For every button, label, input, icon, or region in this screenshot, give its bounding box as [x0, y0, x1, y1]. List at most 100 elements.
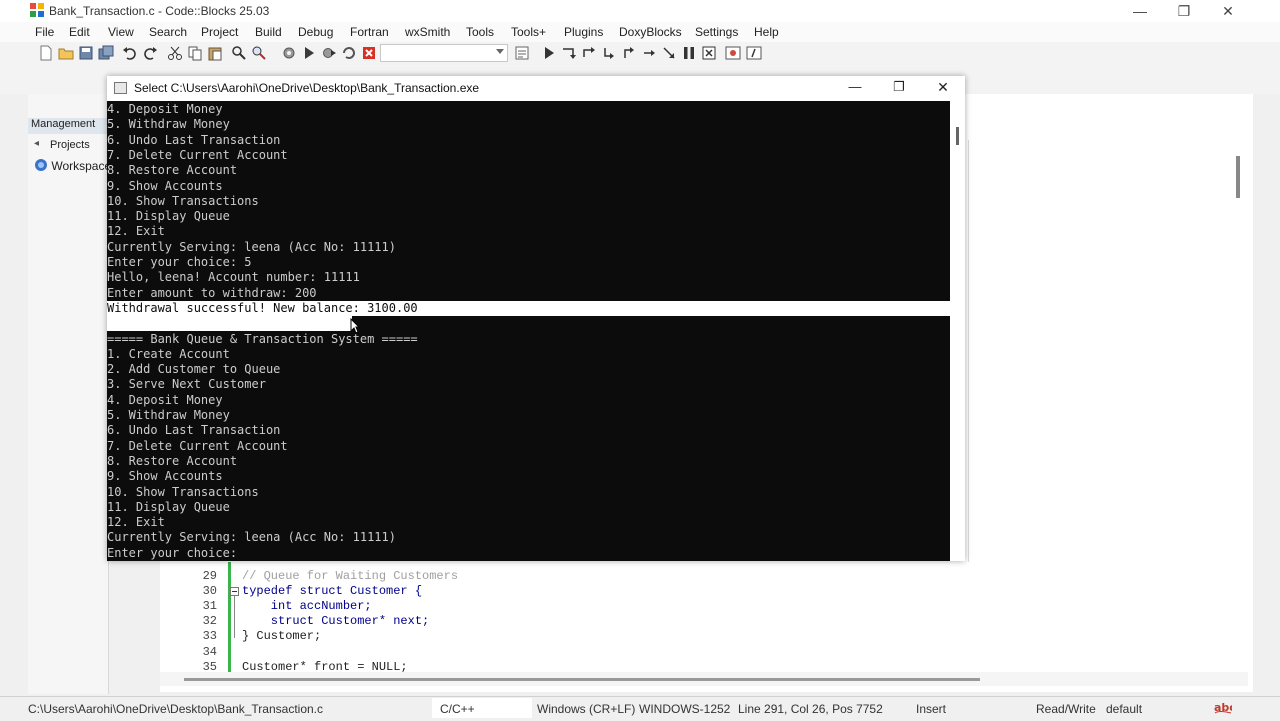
step-into-icon[interactable]	[601, 45, 617, 61]
debug-run-icon[interactable]	[541, 45, 557, 61]
save-all-icon[interactable]	[98, 45, 114, 61]
minimize-button[interactable]: —	[1118, 0, 1162, 22]
menu-fortran[interactable]: Fortran	[350, 25, 389, 39]
console-line: Enter your choice:	[107, 545, 238, 560]
step-instruction-icon[interactable]	[661, 45, 677, 61]
menu-search[interactable]: Search	[149, 25, 187, 39]
console-line: Withdrawal successful! New balance: 3100…	[107, 300, 418, 316]
stop-debugger-icon[interactable]	[701, 45, 717, 61]
line-number: 34	[202, 645, 217, 659]
build-target-dropdown[interactable]	[380, 44, 508, 62]
console-line: 8. Restore Account	[107, 453, 238, 468]
status-line-endings: Windows (CR+LF)	[537, 702, 636, 716]
status-encoding: WINDOWS-1252	[639, 702, 731, 716]
build-gear-icon[interactable]	[281, 45, 297, 61]
open-file-icon[interactable]	[58, 45, 74, 61]
console-line: Currently Serving: leena (Acc No: 11111)	[107, 530, 396, 545]
redo-icon[interactable]	[142, 45, 158, 61]
new-file-icon[interactable]	[38, 45, 54, 61]
console-line: Enter amount to withdraw: 200	[107, 285, 317, 300]
status-profile: default	[1106, 702, 1143, 716]
menu-doxyblocks[interactable]: DoxyBlocks	[619, 25, 682, 39]
mouse-cursor-icon	[350, 318, 360, 334]
menu-build[interactable]: Build	[255, 25, 282, 39]
projects-tab-row: ◂ Projects	[28, 138, 108, 154]
menu-tools-plus[interactable]: Tools+	[511, 25, 546, 39]
run-icon[interactable]	[301, 45, 317, 61]
console-scrollbar-thumb[interactable]	[956, 127, 959, 145]
codeblocks-logo-icon	[30, 3, 44, 17]
save-icon[interactable]	[78, 45, 94, 61]
editor-vertical-scrollbar[interactable]	[1236, 156, 1240, 198]
show-select-target-icon[interactable]	[514, 45, 530, 61]
console-line: 3. Serve Next Customer	[107, 377, 266, 392]
status-cursor-position: Line 291, Col 26, Pos 7752	[738, 702, 883, 716]
line-number: 29	[202, 569, 217, 583]
menu-wxsmith[interactable]: wxSmith	[405, 25, 450, 39]
console-minimize-button[interactable]: —	[842, 76, 868, 100]
cut-icon[interactable]	[167, 45, 183, 61]
line-number: 30	[202, 584, 217, 598]
undo-icon[interactable]	[122, 45, 138, 61]
chevron-left-icon[interactable]: ◂	[34, 138, 39, 149]
status-file-path: C:\Users\Aarohi\OneDrive\Desktop\Bank_Tr…	[28, 702, 324, 716]
spellcheck-icon[interactable]: abc	[1214, 699, 1232, 715]
next-instruction-icon[interactable]	[641, 45, 657, 61]
various-info-icon[interactable]	[746, 45, 762, 61]
console-line: 2. Add Customer to Queue	[107, 362, 281, 377]
console-line: Enter your choice: 5	[107, 255, 252, 269]
next-line-icon[interactable]	[581, 45, 597, 61]
change-marker-bar	[228, 562, 231, 672]
fold-collapse-icon[interactable]	[230, 587, 239, 596]
status-insert-mode: Insert	[916, 702, 947, 716]
debug-windows-icon[interactable]	[725, 45, 741, 61]
selection-highlight	[107, 316, 352, 331]
rebuild-icon[interactable]	[341, 45, 357, 61]
line-number: 31	[202, 599, 217, 613]
editor-horizontal-scrollbar[interactable]	[184, 678, 980, 681]
workspace-icon	[35, 159, 47, 171]
menu-view[interactable]: View	[108, 25, 134, 39]
console-close-button[interactable]: ✕	[930, 76, 956, 100]
run-to-cursor-icon[interactable]	[561, 45, 577, 61]
console-line: 6. Undo Last Transaction	[107, 423, 281, 438]
abort-icon[interactable]	[361, 45, 377, 61]
console-line: 10. Show Transactions	[107, 484, 259, 499]
menu-tools[interactable]: Tools	[466, 25, 494, 39]
close-button[interactable]: ✕	[1206, 0, 1250, 22]
build-and-run-icon[interactable]	[321, 45, 337, 61]
pause-icon[interactable]	[681, 45, 697, 61]
menu-plugins[interactable]: Plugins	[564, 25, 603, 39]
menu-help[interactable]: Help	[754, 25, 779, 39]
menu-file[interactable]: File	[35, 25, 54, 39]
menu-debug[interactable]: Debug	[298, 25, 333, 39]
console-line: Hello, leena! Account number: 11111	[107, 270, 360, 285]
step-out-icon[interactable]	[621, 45, 637, 61]
status-language: C/C++	[440, 702, 475, 716]
console-line: 6. Undo Last Transaction	[107, 132, 281, 147]
paste-icon[interactable]	[207, 45, 223, 61]
console-line: 11. Display Queue	[107, 499, 230, 514]
console-line: 12. Exit	[107, 515, 165, 530]
menu-edit[interactable]: Edit	[69, 25, 90, 39]
menu-settings[interactable]: Settings	[695, 25, 738, 39]
line-number: 33	[202, 629, 217, 643]
find-icon[interactable]	[231, 45, 247, 61]
console-line: 12. Exit	[107, 224, 165, 239]
management-tab[interactable]: Management	[28, 118, 108, 134]
management-panel	[28, 94, 109, 694]
maximize-button[interactable]: ❐	[1162, 0, 1206, 22]
replace-icon[interactable]	[251, 45, 267, 61]
tab-projects[interactable]: Projects	[50, 139, 90, 151]
console-line: 5. Withdraw Money	[107, 117, 230, 132]
menu-project[interactable]: Project	[201, 25, 238, 39]
console-app-icon	[114, 82, 127, 94]
code-line: // Queue for Waiting Customers	[242, 569, 459, 583]
console-maximize-button[interactable]: ❐	[886, 76, 912, 100]
console-line: 5. Withdraw Money	[107, 408, 230, 422]
console-line: 11. Display Queue	[107, 209, 230, 224]
copy-icon[interactable]	[187, 45, 203, 61]
fold-guide	[234, 592, 235, 638]
line-number: 32	[202, 614, 217, 628]
workspace-tree-item[interactable]: Workspace	[34, 158, 111, 173]
